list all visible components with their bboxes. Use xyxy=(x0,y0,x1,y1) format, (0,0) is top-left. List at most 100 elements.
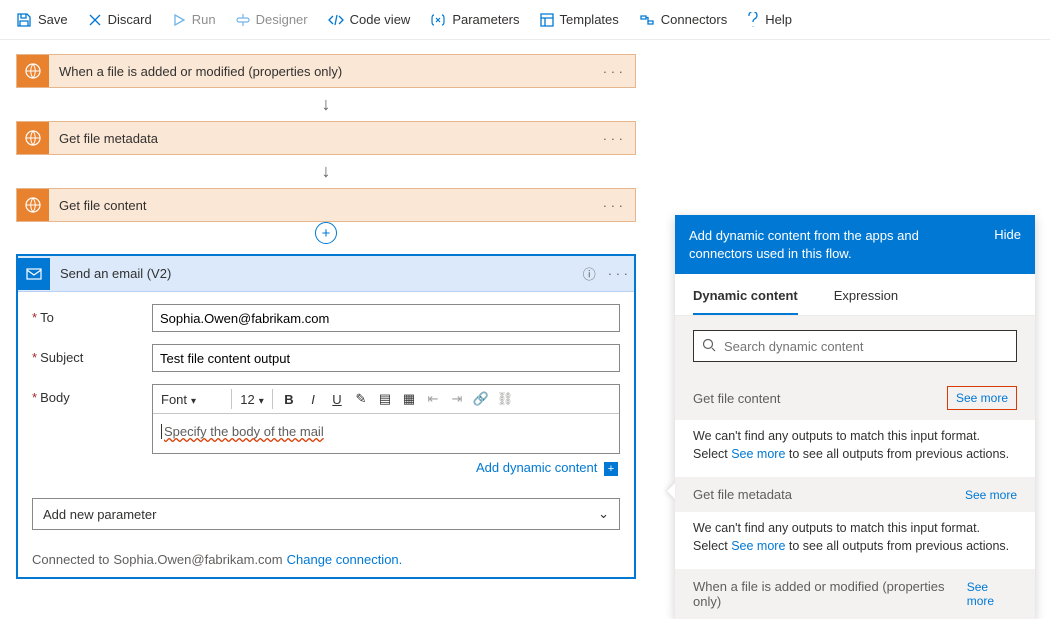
add-parameter-dropdown[interactable]: Add new parameter ⌄ xyxy=(32,498,620,530)
metadata-step[interactable]: Get file metadata · · · xyxy=(16,121,636,155)
body-editor: Font 12 B I U ✎ ▤ ▦ ⇤ ⇥ 🔗 xyxy=(152,384,620,454)
content-step-menu[interactable]: · · · xyxy=(591,198,635,213)
content-step[interactable]: Get file content · · · xyxy=(16,188,636,222)
info-icon[interactable]: ⓘ xyxy=(577,264,602,283)
save-icon xyxy=(16,12,32,28)
parameters-icon xyxy=(430,13,446,27)
metadata-step-title: Get file metadata xyxy=(49,131,591,146)
bullet-list-button[interactable]: ▤ xyxy=(373,387,397,411)
subject-input[interactable] xyxy=(152,344,620,372)
dynamic-search-input[interactable] xyxy=(724,339,1008,354)
code-view-label: Code view xyxy=(350,12,411,27)
see-more-trigger-button[interactable]: See more xyxy=(967,580,1017,608)
section-trigger: When a file is added or modified (proper… xyxy=(675,569,1035,619)
outlook-icon xyxy=(18,258,50,290)
highlight-button[interactable]: ✎ xyxy=(349,387,373,411)
callout-arrow-icon xyxy=(667,483,675,499)
run-icon xyxy=(172,13,186,27)
trigger-step-title: When a file is added or modified (proper… xyxy=(49,64,591,79)
connection-footer: Connected to Sophia.Owen@fabrikam.com Ch… xyxy=(18,542,634,577)
arrow-down-icon: ↓ xyxy=(16,88,636,121)
trigger-step-menu[interactable]: · · · xyxy=(591,64,635,79)
tab-dynamic-content[interactable]: Dynamic content xyxy=(693,284,798,315)
to-label: *To xyxy=(32,304,152,325)
add-parameter-label: Add new parameter xyxy=(43,507,156,522)
body-label: *Body xyxy=(32,384,152,405)
body-textarea[interactable]: Specify the body of the mail xyxy=(153,414,619,453)
parameters-button[interactable]: Parameters xyxy=(430,12,519,27)
italic-button[interactable]: I xyxy=(301,387,325,411)
templates-button[interactable]: Templates xyxy=(540,12,619,27)
plus-badge-icon: + xyxy=(604,462,618,476)
add-dynamic-content-link[interactable]: Add dynamic content xyxy=(476,460,597,475)
font-family-select[interactable]: Font xyxy=(157,388,227,411)
dynamic-content-panel: Add dynamic content from the apps and co… xyxy=(675,215,1035,619)
insert-step-button[interactable]: + xyxy=(315,222,337,244)
dynamic-panel-title: Add dynamic content from the apps and co… xyxy=(689,227,982,262)
discard-button[interactable]: Discard xyxy=(88,12,152,27)
bold-button[interactable]: B xyxy=(277,387,301,411)
see-more-inline-link[interactable]: See more xyxy=(731,447,785,461)
see-more-content-button[interactable]: See more xyxy=(947,386,1017,410)
unlink-button[interactable]: ⛓ xyxy=(493,387,517,411)
outdent-button[interactable]: ⇤ xyxy=(421,387,445,411)
to-input[interactable] xyxy=(152,304,620,332)
search-icon xyxy=(702,338,716,355)
save-button[interactable]: Save xyxy=(16,12,68,28)
designer-button[interactable]: Designer xyxy=(236,12,308,27)
sharepoint-icon xyxy=(17,55,49,87)
change-connection-link[interactable]: Change connection. xyxy=(287,552,403,567)
run-label: Run xyxy=(192,12,216,27)
run-button[interactable]: Run xyxy=(172,12,216,27)
dynamic-panel-header: Add dynamic content from the apps and co… xyxy=(675,215,1035,274)
underline-button[interactable]: U xyxy=(325,387,349,411)
section-body: We can't find any outputs to match this … xyxy=(675,420,1035,477)
section-get-file-metadata: Get file metadata See more xyxy=(675,477,1035,512)
templates-icon xyxy=(540,13,554,27)
connectors-icon xyxy=(639,13,655,27)
help-icon xyxy=(747,12,759,28)
help-label: Help xyxy=(765,12,792,27)
insert-step-row: + xyxy=(16,222,636,244)
dynamic-search-box[interactable] xyxy=(693,330,1017,362)
trigger-step[interactable]: When a file is added or modified (proper… xyxy=(16,54,636,88)
designer-label: Designer xyxy=(256,12,308,27)
arrow-down-icon: ↓ xyxy=(16,155,636,188)
content-step-title: Get file content xyxy=(49,198,591,213)
subject-label: *Subject xyxy=(32,344,152,365)
connected-account: Sophia.Owen@fabrikam.com xyxy=(113,552,282,567)
section-get-file-content: Get file content See more xyxy=(675,376,1035,420)
metadata-step-menu[interactable]: · · · xyxy=(591,131,635,146)
section-title: When a file is added or modified (proper… xyxy=(693,579,967,609)
sharepoint-icon xyxy=(17,122,49,154)
section-title: Get file content xyxy=(693,391,780,406)
link-button[interactable]: 🔗 xyxy=(469,387,493,411)
connectors-button[interactable]: Connectors xyxy=(639,12,727,27)
designer-icon xyxy=(236,13,250,27)
numbered-list-button[interactable]: ▦ xyxy=(397,387,421,411)
help-button[interactable]: Help xyxy=(747,12,792,28)
top-toolbar: Save Discard Run Designer Code view Para… xyxy=(0,0,1050,40)
font-size-select[interactable]: 12 xyxy=(236,388,268,411)
send-email-header[interactable]: Send an email (V2) ⓘ · · · xyxy=(18,256,634,292)
dynamic-tabs: Dynamic content Expression xyxy=(675,274,1035,316)
code-view-button[interactable]: Code view xyxy=(328,12,411,27)
hide-panel-button[interactable]: Hide xyxy=(994,227,1021,262)
connected-prefix: Connected to xyxy=(32,552,109,567)
parameters-label: Parameters xyxy=(452,12,519,27)
send-email-title: Send an email (V2) xyxy=(50,266,577,281)
save-label: Save xyxy=(38,12,68,27)
indent-button[interactable]: ⇥ xyxy=(445,387,469,411)
see-more-metadata-button[interactable]: See more xyxy=(965,488,1017,502)
tab-expression[interactable]: Expression xyxy=(834,284,898,315)
templates-label: Templates xyxy=(560,12,619,27)
card-menu-button[interactable]: · · · xyxy=(602,266,634,281)
code-view-icon xyxy=(328,13,344,27)
designer-canvas: When a file is added or modified (proper… xyxy=(0,40,1050,593)
see-more-inline-link[interactable]: See more xyxy=(731,539,785,553)
section-title: Get file metadata xyxy=(693,487,792,502)
editor-toolbar: Font 12 B I U ✎ ▤ ▦ ⇤ ⇥ 🔗 xyxy=(153,385,619,414)
chevron-down-icon: ⌄ xyxy=(598,506,609,522)
connectors-label: Connectors xyxy=(661,12,727,27)
send-email-card: Send an email (V2) ⓘ · · · *To *Subject … xyxy=(16,254,636,579)
